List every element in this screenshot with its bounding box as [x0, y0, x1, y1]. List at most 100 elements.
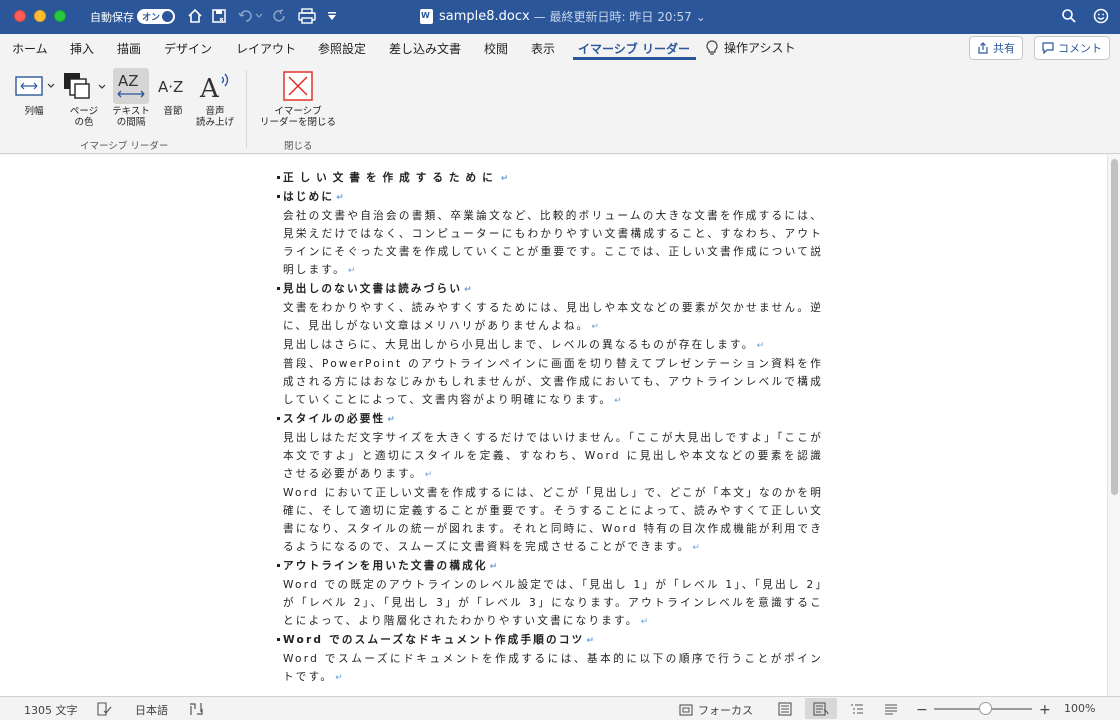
paragraph-mark-icon: ↵: [387, 415, 395, 425]
heading-smooth-workflow: Word でのスムーズなドキュメント作成手順のコツ ↵: [277, 631, 823, 650]
focus-label: フォーカス: [698, 704, 753, 717]
tab-draw[interactable]: 描画: [117, 40, 141, 57]
svg-text:A: A: [199, 74, 220, 103]
redo-icon[interactable]: [270, 6, 290, 26]
tab-references[interactable]: 参照設定: [318, 40, 366, 57]
print-icon[interactable]: [297, 6, 317, 26]
word-count[interactable]: 1305 文字: [24, 702, 78, 718]
read-aloud-icon: A: [198, 68, 232, 104]
heading-style-need: スタイルの必要性 ↵: [277, 410, 823, 429]
paragraph-mark-icon: ↵: [347, 266, 356, 276]
autosave-toggle-label: オン: [142, 13, 161, 23]
outline-view-icon[interactable]: [849, 702, 865, 716]
last-modified: — 最終更新日時: 昨日 20:57: [533, 10, 692, 24]
paragraph-mark-icon: ↵: [424, 470, 433, 480]
macro-recorder-icon[interactable]: [188, 702, 204, 716]
paragraph: Word において正しい文書を作成するには、どこが「見出し」で、どこが「本文」な…: [283, 487, 823, 553]
paragraph-mark-icon: ↵: [692, 543, 700, 553]
page-color-button[interactable]: ページ の色: [60, 68, 108, 128]
tab-view[interactable]: 表示: [531, 40, 555, 57]
text-spacing-button[interactable]: AZ テキスト の間隔: [110, 68, 152, 128]
tab-review[interactable]: 校閲: [484, 40, 508, 57]
vertical-scrollbar[interactable]: [1107, 155, 1120, 696]
minimize-window-button[interactable]: [34, 10, 46, 22]
document-title-heading: 正しい文書を作成するために ↵: [277, 169, 823, 188]
svg-text:A·Z: A·Z: [158, 78, 183, 96]
comment-icon: [1042, 42, 1054, 54]
focus-mode-button[interactable]: フォーカス: [679, 702, 753, 718]
paragraph-mark-icon: ↵: [500, 174, 509, 184]
syllables-label: 音節: [163, 106, 183, 117]
paragraph-mark-icon: ↵: [591, 322, 599, 332]
word-doc-icon: [420, 9, 433, 24]
autosave-toggle[interactable]: オン: [137, 9, 175, 24]
group-separator: [246, 70, 247, 148]
syllables-icon: A·Z: [157, 68, 189, 104]
tab-home[interactable]: ホーム: [12, 40, 48, 57]
save-icon[interactable]: [210, 6, 228, 26]
paragraph: 見出しはただ文字サイズを大きくするだけではいけません。「ここが大見出しですよ」「…: [283, 432, 823, 480]
document-canvas[interactable]: 正しい文書を作成するために ↵ はじめに ↵ 会社の文書や自治会の書類、卒業論文など…: [0, 155, 1107, 696]
feedback-smiley-icon[interactable]: [1092, 6, 1110, 26]
immersive-reader-view-icon[interactable]: [813, 702, 829, 716]
heading-outline: アウトラインを用いた文書の構成化 ↵: [277, 557, 823, 576]
customize-toolbar-icon[interactable]: [325, 6, 339, 26]
share-icon: [978, 42, 988, 54]
zoom-in-icon[interactable]: +: [1039, 702, 1051, 718]
language[interactable]: 日本語: [135, 702, 168, 718]
share-button[interactable]: 共有: [969, 36, 1023, 60]
paragraph: 見出しはさらに、大見出しから小見出しまで、レベルの異なるものが存在します。 ↵: [283, 339, 765, 351]
paragraph: 会社の文書や自治会の書類、卒業論文など、比較的ボリュームの大きな文書を作成するに…: [283, 210, 823, 276]
close-window-button[interactable]: [14, 10, 26, 22]
close-x-icon: [283, 68, 313, 104]
tab-layout[interactable]: レイアウト: [236, 40, 296, 57]
column-width-label: 列幅: [24, 106, 44, 117]
tab-design[interactable]: デザイン: [164, 40, 212, 57]
tell-me-assist[interactable]: 操作アシスト: [706, 39, 796, 56]
assist-label: 操作アシスト: [724, 41, 796, 55]
column-width-button[interactable]: 列幅: [12, 68, 56, 117]
paragraph-mark-icon: ↵: [614, 396, 622, 406]
tab-immersive-reader[interactable]: イマーシブ リーダー: [578, 40, 690, 57]
paragraph-mark-icon: ↵: [335, 673, 343, 683]
paragraph: Word でスムーズにドキュメントを作成するには、基本的に以下の順序で行うことが…: [283, 653, 823, 683]
read-aloud-button[interactable]: A 音声 読み上げ: [192, 68, 238, 128]
group-label-immersive: イマーシブ リーダー: [80, 141, 169, 152]
draft-view-icon[interactable]: [883, 702, 899, 716]
paragraph-mark-icon: ↵: [489, 562, 498, 572]
heading-no-headings: 見出しのない文書は読みづらい ↵: [277, 280, 823, 299]
proofing-icon[interactable]: [96, 702, 112, 716]
page-color-label: ページ の色: [69, 106, 99, 128]
ribbon-tabs: ホーム 挿入 描画 デザイン レイアウト 参照設定 差し込み文書 校閲 表示 イ…: [0, 34, 1120, 64]
scrollbar-thumb[interactable]: [1111, 159, 1118, 495]
tab-mailings[interactable]: 差し込み文書: [389, 40, 461, 57]
zoom-window-button[interactable]: [54, 10, 66, 22]
ribbon: 列幅 ページ の色 AZ テキスト の間隔 A·Z 音節 A 音声 読み上げ イマーシ…: [0, 64, 1120, 154]
close-immersive-reader-label: イマーシブ リーダーを閉じる: [259, 106, 336, 128]
column-width-icon: [13, 68, 55, 104]
print-layout-view-icon[interactable]: [777, 702, 793, 716]
undo-icon[interactable]: [236, 6, 264, 26]
zoom-slider-thumb[interactable]: [979, 702, 992, 715]
read-aloud-label: 音声 読み上げ: [195, 106, 234, 128]
share-label: 共有: [993, 42, 1015, 55]
chevron-down-icon[interactable]: ⌄: [696, 10, 706, 24]
paragraph: Word での既定のアウトラインのレベル設定では、「見出し 1」が「レベル 1」…: [283, 579, 823, 627]
close-immersive-reader-button[interactable]: イマーシブ リーダーを閉じる: [256, 68, 340, 128]
paragraph-mark-icon: ↵: [586, 636, 594, 646]
document-body[interactable]: 正しい文書を作成するために ↵ はじめに ↵ 会社の文書や自治会の書類、卒業論文など…: [277, 169, 823, 687]
paragraph: 文書をわかりやすく、読みやすくするためには、見出しや本文などの要素が欠かせません…: [283, 302, 823, 332]
comment-label: コメント: [1058, 42, 1102, 55]
paragraph-mark-icon: ↵: [640, 617, 649, 627]
page-color-icon: [61, 68, 107, 104]
search-icon[interactable]: [1060, 6, 1078, 26]
zoom-out-icon[interactable]: −: [916, 702, 928, 718]
document-name: sample8.docx: [439, 9, 530, 24]
tab-insert[interactable]: 挿入: [70, 40, 94, 57]
text-spacing-label: テキスト の間隔: [112, 106, 150, 128]
home-icon[interactable]: [186, 6, 204, 26]
comment-button[interactable]: コメント: [1034, 36, 1110, 60]
syllables-button[interactable]: A·Z 音節: [156, 68, 190, 117]
heading-intro: はじめに ↵: [277, 188, 823, 207]
zoom-percent[interactable]: 100%: [1064, 702, 1095, 715]
